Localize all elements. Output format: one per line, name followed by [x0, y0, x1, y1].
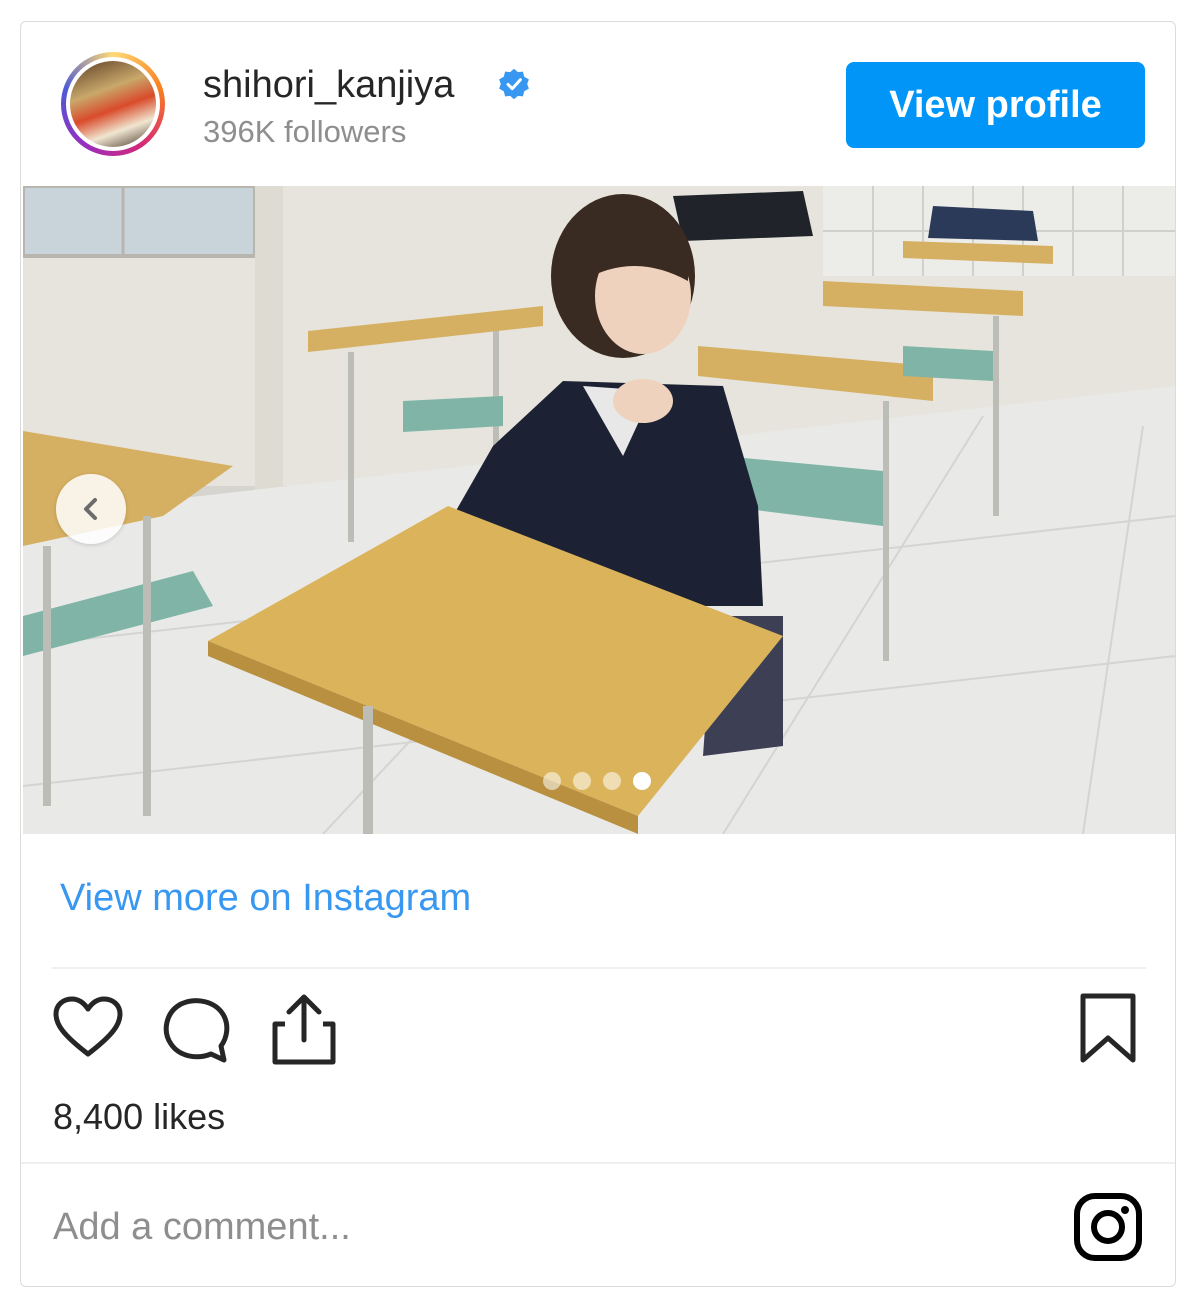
heart-icon[interactable]	[52, 996, 124, 1060]
divider	[52, 967, 1146, 969]
instagram-logo-icon[interactable]	[1073, 1192, 1143, 1262]
instagram-embed-card: shihori_kanjiya 396K followers View prof…	[20, 21, 1176, 1287]
view-more-link[interactable]: View more on Instagram	[60, 877, 471, 920]
comment-icon[interactable]	[161, 996, 231, 1064]
follower-count: 396K followers	[203, 114, 407, 149]
carousel-dot	[603, 772, 621, 790]
divider	[21, 1162, 1175, 1164]
avatar-image	[70, 61, 156, 147]
carousel-dot	[543, 772, 561, 790]
carousel-dot-active	[633, 772, 651, 790]
username[interactable]: shihori_kanjiya	[203, 64, 454, 107]
previous-slide-button[interactable]	[56, 474, 126, 544]
verified-badge-icon	[499, 68, 529, 100]
comment-input[interactable]: Add a comment...	[53, 1206, 351, 1249]
carousel-indicator	[543, 772, 651, 790]
avatar[interactable]	[61, 52, 165, 156]
likes-count: 8,400 likes	[53, 1096, 226, 1137]
chevron-left-icon	[84, 498, 97, 520]
share-icon[interactable]	[271, 992, 337, 1066]
carousel-dot	[573, 772, 591, 790]
bookmark-icon[interactable]	[1078, 992, 1138, 1066]
post-photo[interactable]	[23, 186, 1175, 834]
classroom-photo-illustration	[23, 186, 1175, 834]
view-profile-button[interactable]: View profile	[846, 62, 1145, 148]
